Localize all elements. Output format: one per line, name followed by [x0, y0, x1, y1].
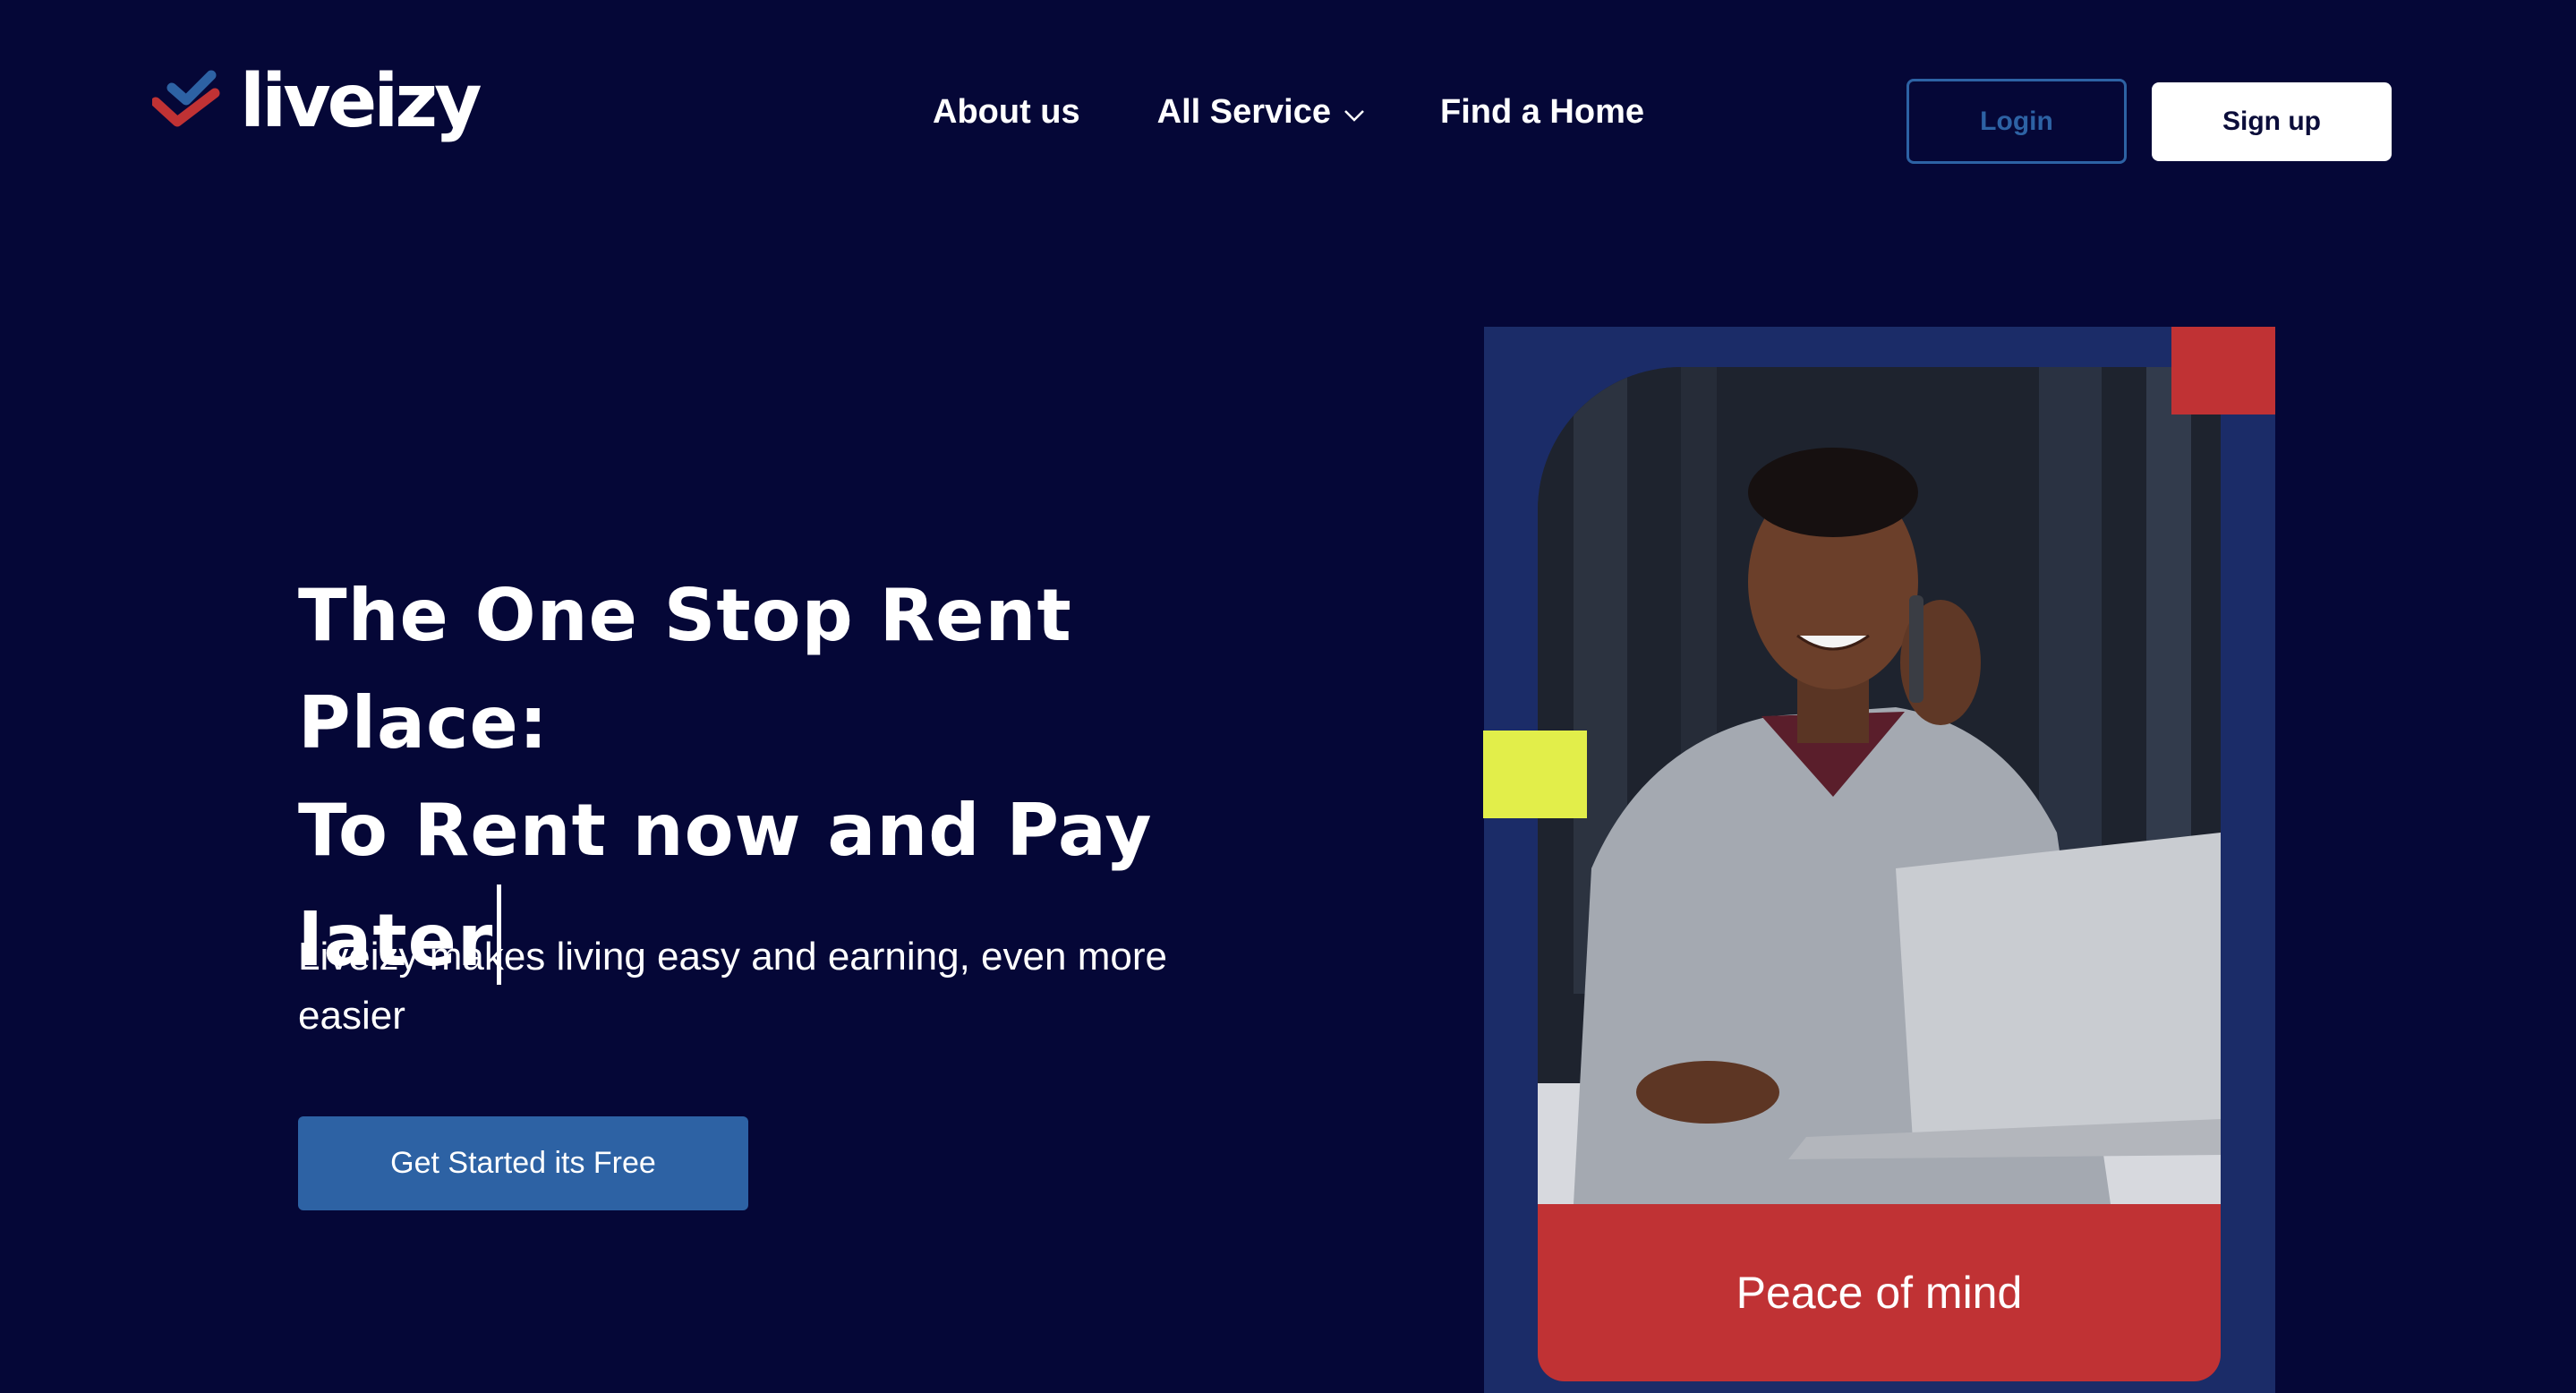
brand-name: liveizy [240, 59, 482, 144]
get-started-button[interactable]: Get Started its Free [298, 1116, 748, 1210]
check-mark-logo-icon [152, 70, 220, 127]
hero-photo [1538, 367, 2221, 1204]
man-on-phone-illustration [1538, 367, 2221, 1204]
caption-bar: Peace of mind [1538, 1204, 2221, 1381]
signup-button[interactable]: Sign up [2152, 82, 2392, 161]
hero-subtitle: Liveizy makes living easy and earning, e… [298, 935, 1167, 1038]
card-caption: Peace of mind [1736, 1268, 2023, 1318]
chevron-down-icon [1344, 109, 1364, 122]
nav-find-a-home[interactable]: Find a Home [1440, 93, 1644, 132]
nav-all-service[interactable]: All Service [1157, 93, 1365, 132]
hero-title-line-2: To Rent now and Pay [298, 789, 1153, 872]
yellow-accent-square [1483, 731, 1587, 818]
nav-all-service-label: All Service [1156, 93, 1331, 131]
hero-title-line-1: The One Stop Rent Place: [298, 574, 1072, 765]
nav-about-us[interactable]: About us [933, 93, 1080, 132]
login-button[interactable]: Login [1906, 79, 2127, 164]
landing-page: liveizy About us All Service Find a Home… [0, 0, 2576, 1393]
main-nav: About us All Service Find a Home [933, 93, 1644, 132]
red-accent-square [2171, 327, 2275, 414]
brand-logo[interactable]: liveizy [152, 59, 482, 145]
